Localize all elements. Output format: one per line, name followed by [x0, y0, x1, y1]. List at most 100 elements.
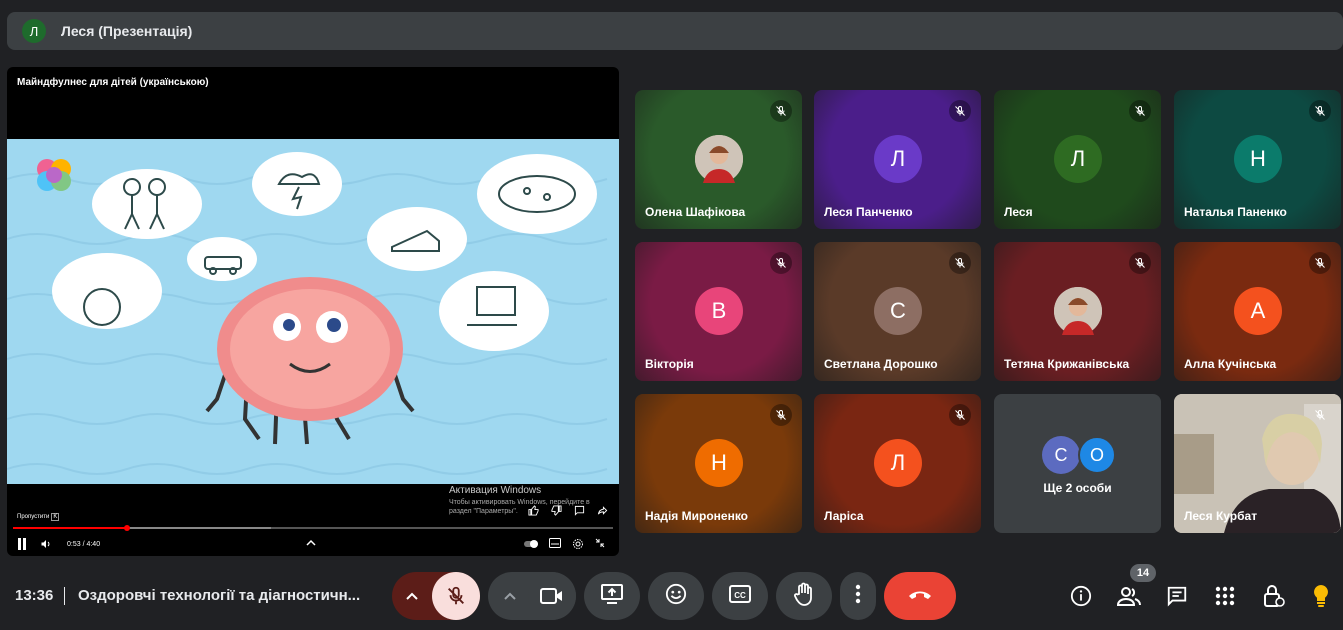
raise-hand-button[interactable] — [776, 572, 832, 620]
avatar-initial: А — [1234, 287, 1282, 335]
mic-off-icon[interactable] — [432, 572, 480, 620]
presentation-stage[interactable]: Майндфулнес для дітей (українською) Акти… — [7, 67, 619, 556]
subtitles-icon[interactable] — [549, 538, 561, 548]
mic-off-icon — [949, 252, 971, 274]
more-options-button[interactable] — [840, 572, 876, 620]
participant-name: Ларіса — [824, 509, 864, 523]
mic-off-icon — [1129, 100, 1151, 122]
progress-played — [13, 527, 127, 529]
exit-fullscreen-icon[interactable] — [595, 538, 605, 548]
avatar-initial: Л — [874, 135, 922, 183]
self-mic-off-icon — [1309, 404, 1331, 426]
participant-tile[interactable]: Л Ларіса — [814, 394, 981, 533]
more-vert-icon — [855, 584, 861, 609]
participant-tile[interactable]: Л Леся Панченко — [814, 90, 981, 229]
raise-hand-icon — [793, 582, 815, 611]
mic-off-icon — [949, 100, 971, 122]
participant-name: Светлана Дорошко — [824, 357, 938, 371]
avatar-initial: Л — [1054, 135, 1102, 183]
avatar-initial: Н — [1234, 135, 1282, 183]
camera-icon[interactable] — [528, 572, 576, 620]
mic-off-icon — [1129, 252, 1151, 274]
mic-off-icon — [770, 100, 792, 122]
avatar-initial: Н — [695, 439, 743, 487]
dislike-icon[interactable] — [549, 503, 563, 517]
info-icon[interactable] — [1065, 580, 1097, 612]
participant-name: Вікторія — [645, 357, 694, 371]
camera-options-chevron-icon[interactable] — [504, 587, 516, 605]
avatar-initial: Л — [874, 439, 922, 487]
volume-icon[interactable] — [40, 538, 52, 550]
more-participants-tile[interactable]: С О Ще 2 особи — [994, 394, 1161, 533]
participant-tile[interactable]: Н Наталья Паненко — [1174, 90, 1341, 229]
autoplay-toggle-icon[interactable] — [524, 539, 540, 549]
self-name: Леся Курбат — [1184, 509, 1258, 523]
participant-name: Леся — [1004, 205, 1033, 219]
avatar-photo — [695, 135, 743, 183]
meeting-name: Оздоровчі технології та діагностичн... — [78, 587, 361, 604]
mic-off-icon — [949, 404, 971, 426]
progress-scrubber[interactable] — [124, 525, 130, 531]
participant-tile[interactable]: В Вікторія — [635, 242, 802, 381]
settings-icon[interactable] — [572, 538, 584, 550]
presenter-name: Леся (Презентація) — [61, 23, 193, 39]
clock: 13:36 — [15, 587, 54, 604]
participant-tile[interactable]: А Алла Кучінська — [1174, 242, 1341, 381]
mic-button-group — [392, 572, 480, 620]
camera-button-group — [488, 572, 576, 620]
divider — [64, 587, 65, 605]
mic-options-chevron-icon[interactable] — [406, 587, 418, 605]
apps-grid-icon[interactable] — [1209, 580, 1241, 612]
host-controls-icon[interactable] — [1258, 580, 1290, 612]
presenter-bar: Л Леся (Презентація) — [7, 12, 1343, 50]
participant-tile[interactable]: Тетяна Крижанівська — [994, 242, 1161, 381]
chat-icon[interactable] — [1161, 580, 1193, 612]
participant-name: Наталья Паненко — [1184, 205, 1287, 219]
more-avatar-2: О — [1078, 436, 1116, 474]
video-actions — [526, 503, 609, 517]
participant-name: Тетяна Крижанівська — [1004, 357, 1130, 371]
skip-key: K — [51, 513, 60, 521]
pause-icon[interactable] — [17, 538, 27, 550]
participant-tile[interactable]: Олена Шафікова — [635, 90, 802, 229]
logo-brain-icon — [37, 159, 71, 191]
comment-icon[interactable] — [572, 503, 586, 517]
leave-call-button[interactable] — [884, 572, 956, 620]
like-icon[interactable] — [526, 503, 540, 517]
mic-off-icon — [1309, 100, 1331, 122]
participant-tile[interactable]: С Светлана Дорошко — [814, 242, 981, 381]
captions-icon: CC — [729, 584, 751, 608]
participant-name: Надія Мироненко — [645, 509, 749, 523]
avatar-initial: В — [695, 287, 743, 335]
video-time: 0:53 / 4:40 — [67, 540, 101, 548]
call-end-icon — [907, 587, 933, 605]
watermark-title: Активация Windows — [449, 485, 542, 496]
skip-button[interactable]: Пропустити K — [15, 513, 62, 521]
chevron-up-icon[interactable] — [306, 538, 316, 546]
self-tile[interactable]: Леся Курбат — [1174, 394, 1341, 533]
participant-tile[interactable]: Н Надія Мироненко — [635, 394, 802, 533]
people-icon[interactable] — [1113, 580, 1145, 612]
svg-text:CC: CC — [734, 591, 746, 600]
participant-tile[interactable]: Л Леся — [994, 90, 1161, 229]
present-button[interactable] — [584, 572, 640, 620]
cartoon-brain-illustration — [7, 152, 608, 475]
video-title: Майндфулнес для дітей (українською) — [17, 77, 209, 88]
participant-name: Олена Шафікова — [645, 205, 746, 219]
more-avatar-1: С — [1042, 436, 1080, 474]
more-participants-label: Ще 2 особи — [1043, 481, 1112, 495]
participant-name: Леся Панченко — [824, 205, 913, 219]
share-icon[interactable] — [595, 503, 609, 517]
reactions-button[interactable] — [648, 572, 704, 620]
video-frame[interactable] — [7, 139, 619, 484]
video-progress-bar[interactable] — [13, 525, 613, 531]
lightbulb-icon[interactable] — [1305, 580, 1337, 612]
avatar-initial: С — [874, 287, 922, 335]
emoji-icon — [665, 583, 687, 610]
skip-label: Пропустити — [17, 514, 50, 520]
participant-name: Алла Кучінська — [1184, 357, 1277, 371]
mic-off-icon — [770, 252, 792, 274]
captions-button[interactable]: CC — [712, 572, 768, 620]
mic-off-icon — [770, 404, 792, 426]
video-controls: 0:53 / 4:40 — [7, 535, 619, 553]
